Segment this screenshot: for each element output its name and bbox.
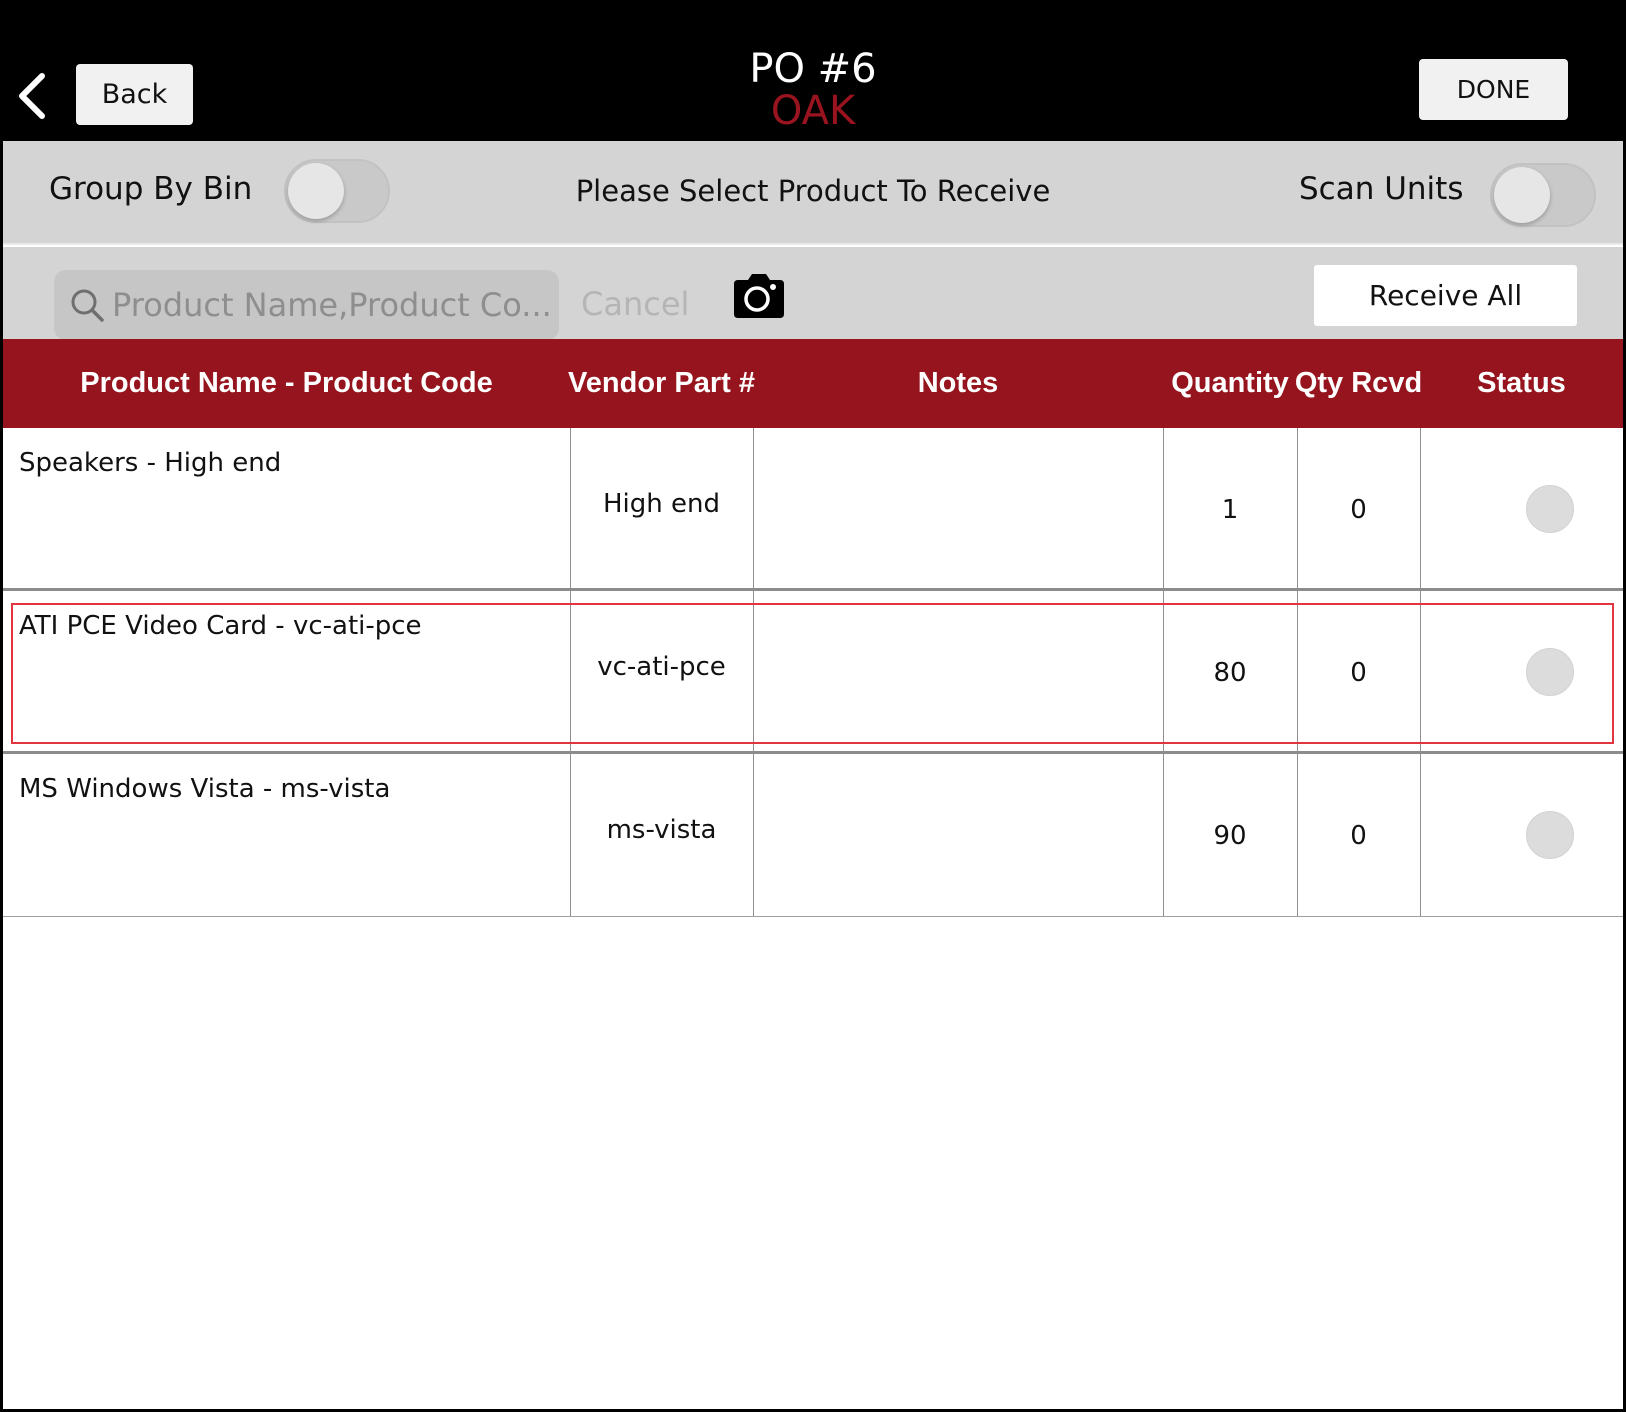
product-name-cell: ATI PCE Video Card - vc-ati-pce xyxy=(19,611,422,641)
toggle-knob xyxy=(288,163,344,219)
vendor-part-cell: High end xyxy=(603,488,720,519)
column-divider xyxy=(1420,428,1421,588)
group-by-bin-toggle[interactable] xyxy=(284,159,390,223)
group-by-bin-label: Group By Bin xyxy=(49,171,253,207)
receive-prompt: Please Select Product To Receive xyxy=(575,174,1051,208)
back-button[interactable]: Back xyxy=(76,64,193,125)
page-title: PO #6 OAK xyxy=(613,48,1013,132)
notes-cell xyxy=(753,591,1163,754)
status-indicator[interactable] xyxy=(1526,485,1574,533)
product-name-cell: MS Windows Vista - ms-vista xyxy=(19,774,391,804)
column-header-notes: Notes xyxy=(917,367,999,399)
content-panel: Group By Bin Please Select Product To Re… xyxy=(3,141,1623,1409)
column-divider xyxy=(1420,754,1421,916)
scan-units-label: Scan Units xyxy=(1299,171,1464,207)
qty-rcvd-cell: 0 xyxy=(1350,494,1367,525)
location-label: OAK xyxy=(770,88,856,134)
toggle-knob xyxy=(1494,167,1550,223)
quantity-cell: 90 xyxy=(1213,820,1247,851)
chevron-left-icon[interactable] xyxy=(14,70,50,122)
column-header-vendor-part: Vendor Part # xyxy=(568,367,755,399)
table-header: Product Name - Product Code Vendor Part … xyxy=(3,339,1623,428)
search-input[interactable] xyxy=(112,270,552,340)
notes-cell xyxy=(753,428,1163,591)
search-icon xyxy=(71,289,104,322)
done-button[interactable]: DONE xyxy=(1419,59,1568,120)
column-header-quantity: Quantity xyxy=(1171,367,1289,399)
column-header-status: Status xyxy=(1477,367,1566,399)
table-row[interactable]: Speakers - High end High end 1 0 xyxy=(3,428,1623,591)
camera-icon[interactable] xyxy=(733,270,785,320)
search-bar: Cancel Receive All xyxy=(3,247,1623,340)
quantity-cell: 1 xyxy=(1221,494,1239,525)
vendor-part-cell: vc-ati-pce xyxy=(597,651,726,682)
options-bar: Group By Bin Please Select Product To Re… xyxy=(3,141,1623,245)
po-title: PO #6 xyxy=(749,46,877,92)
qty-rcvd-cell: 0 xyxy=(1350,820,1367,851)
app-frame: Back PO #6 OAK DONE Group By Bin Please … xyxy=(0,0,1626,1412)
notes-cell xyxy=(753,754,1163,917)
status-indicator[interactable] xyxy=(1526,648,1574,696)
product-name-cell: Speakers - High end xyxy=(19,448,282,478)
quantity-cell: 80 xyxy=(1213,657,1247,688)
table-row[interactable]: ATI PCE Video Card - vc-ati-pce vc-ati-p… xyxy=(3,591,1623,754)
table-row[interactable]: MS Windows Vista - ms-vista ms-vista 90 … xyxy=(3,754,1623,917)
column-header-product: Product Name - Product Code xyxy=(80,367,493,399)
qty-rcvd-cell: 0 xyxy=(1350,657,1367,688)
column-header-qty-rcvd: Qty Rcvd xyxy=(1294,367,1423,399)
status-indicator[interactable] xyxy=(1526,811,1574,859)
column-divider xyxy=(1420,591,1421,751)
cancel-button[interactable]: Cancel xyxy=(581,285,689,323)
scan-units-toggle[interactable] xyxy=(1490,163,1596,227)
search-field[interactable] xyxy=(54,270,559,340)
receive-all-button[interactable]: Receive All xyxy=(1314,265,1577,326)
nav-header: Back PO #6 OAK DONE xyxy=(0,0,1626,141)
vendor-part-cell: ms-vista xyxy=(606,814,717,845)
